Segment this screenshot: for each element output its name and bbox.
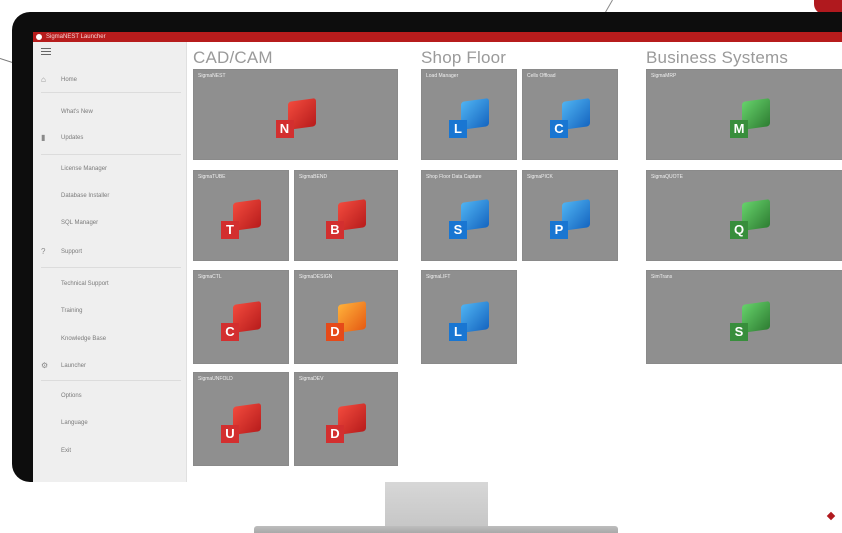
tile-sigmapick[interactable]: SigmaPICK P	[522, 170, 618, 261]
sidebar-item-label: Support	[61, 249, 83, 255]
section-title-shop-floor: Shop Floor	[421, 48, 507, 67]
sidebar-item-label: Language	[61, 420, 88, 426]
question-icon: ?	[41, 247, 46, 256]
divider	[41, 267, 181, 268]
tile-label: SigmaBEND	[299, 174, 328, 180]
tile-sigmanest[interactable]: SigmaNEST N	[193, 69, 398, 160]
app-logo-icon	[36, 34, 42, 40]
app-title: SigmaNEST Launcher	[46, 34, 106, 40]
sidebar-item-label: Exit	[61, 448, 72, 454]
section-title-cadcam: CAD/CAM	[193, 48, 273, 67]
sigmalift-icon: L	[449, 300, 489, 341]
cells-offload-icon: C	[550, 98, 590, 139]
tile-label: SigmaTUBE	[198, 174, 226, 180]
sidebar: ⌂ Home What's New ▮ Updates License Mana…	[33, 42, 187, 482]
updates-icon: ▮	[41, 133, 46, 142]
tile-label: SigmaDEV	[299, 376, 324, 382]
sidebar-item-label: Technical Support	[61, 281, 109, 287]
sidebar-item-sql-manager[interactable]: SQL Manager	[33, 211, 186, 235]
sidebar-item-label: Database Installer	[61, 193, 110, 199]
sidebar-item-label: Knowledge Base	[61, 336, 107, 342]
section-title-business-systems: Business Systems	[646, 48, 789, 67]
sidebar-item-home[interactable]: ⌂ Home	[33, 68, 186, 92]
sigmactl-icon: C	[221, 300, 261, 341]
sidebar-item-knowledge-base[interactable]: Knowledge Base	[33, 327, 186, 351]
sidebar-item-label: Options	[61, 393, 82, 399]
sidebar-item-exit[interactable]: Exit	[33, 439, 186, 463]
tile-label: SigmaPICK	[527, 174, 553, 180]
divider	[41, 92, 181, 93]
tile-label: SigmaNEST	[198, 73, 226, 79]
tile-sigmalift[interactable]: SigmaLIFT L	[421, 270, 517, 364]
tile-sigmatube[interactable]: SigmaTUBE T	[193, 170, 289, 261]
simtrans-icon: S	[730, 300, 770, 341]
divider	[41, 154, 181, 155]
divider	[41, 380, 181, 381]
sidebar-item-license-manager[interactable]: License Manager	[33, 157, 186, 181]
tile-sigmadesign[interactable]: SigmaDESIGN D	[294, 270, 398, 364]
sidebar-item-label: Home	[61, 77, 78, 83]
sidebar-item-options[interactable]: Options	[33, 384, 186, 408]
tile-sigmabend[interactable]: SigmaBEND B	[294, 170, 398, 261]
sigmaunfold-icon: U	[221, 402, 261, 443]
tile-sigmaquote[interactable]: SigmaQUOTE Q	[646, 170, 842, 261]
sidebar-item-database-installer[interactable]: Database Installer	[33, 184, 186, 208]
sidebar-item-language[interactable]: Language	[33, 411, 186, 435]
sidebar-item-label: SQL Manager	[61, 220, 99, 226]
tile-label: Shop Floor Data Capture	[426, 174, 482, 180]
tile-label: SigmaCTL	[198, 274, 222, 280]
sidebar-item-label: What's New	[61, 109, 93, 115]
title-bar: SigmaNEST Launcher	[33, 32, 842, 42]
sidebar-item-launcher[interactable]: ⚙ Launcher	[33, 354, 186, 378]
monitor-bezel: SigmaNEST Launcher ⌂ Home What's New ▮ U…	[12, 12, 842, 482]
sidebar-item-updates[interactable]: ▮ Updates	[33, 126, 186, 150]
hamburger-menu-icon[interactable]	[41, 48, 51, 56]
tile-simtrans[interactable]: SimTrans S	[646, 270, 842, 364]
decorative-red-dot	[826, 511, 836, 521]
data-capture-icon: S	[449, 199, 489, 240]
tile-label: Cells Offload	[527, 73, 556, 79]
tile-sigmaunfold[interactable]: SigmaUNFOLD U	[193, 372, 289, 466]
sigmapick-icon: P	[550, 199, 590, 240]
gear-icon: ⚙	[41, 361, 49, 370]
sigmadesign-icon: D	[326, 300, 366, 341]
tile-label: SigmaDESIGN	[299, 274, 333, 280]
tile-label: SimTrans	[651, 274, 673, 280]
sidebar-item-label: Training	[61, 308, 83, 314]
app-window: SigmaNEST Launcher ⌂ Home What's New ▮ U…	[33, 32, 842, 482]
tile-load-manager[interactable]: Load Manager L	[421, 69, 517, 160]
monitor-stand-neck	[385, 482, 488, 528]
sigmaquote-icon: Q	[730, 199, 770, 240]
sigmamrp-icon: M	[730, 98, 770, 139]
home-icon: ⌂	[41, 75, 46, 84]
sidebar-item-training[interactable]: Training	[33, 299, 186, 323]
tile-sigmactl[interactable]: SigmaCTL C	[193, 270, 289, 364]
sigmadev-icon: D	[326, 402, 366, 443]
sidebar-item-label: Launcher	[61, 363, 87, 369]
sidebar-item-label: Updates	[61, 135, 84, 141]
tile-label: Load Manager	[426, 73, 459, 79]
tile-sigmamrp[interactable]: SigmaMRP M	[646, 69, 842, 160]
sigmabend-icon: B	[326, 199, 366, 240]
sigmatube-icon: T	[221, 199, 261, 240]
monitor-stand-base	[254, 526, 618, 533]
tile-sigmadev[interactable]: SigmaDEV D	[294, 372, 398, 466]
tile-cells-offload[interactable]: Cells Offload C	[522, 69, 618, 160]
load-manager-icon: L	[449, 98, 489, 139]
tile-label: SigmaMRP	[651, 73, 677, 79]
sigmanest-icon: N	[275, 98, 316, 139]
tile-shop-floor-data-capture[interactable]: Shop Floor Data Capture S	[421, 170, 517, 261]
tile-label: SigmaQUOTE	[651, 174, 683, 180]
sidebar-item-technical-support[interactable]: Technical Support	[33, 272, 186, 296]
sidebar-item-support[interactable]: ? Support	[33, 240, 186, 264]
tile-label: SigmaUNFOLD	[198, 376, 233, 382]
tile-label: SigmaLIFT	[426, 274, 451, 280]
sidebar-item-whats-new[interactable]: What's New	[33, 100, 186, 124]
sidebar-item-label: License Manager	[61, 166, 108, 172]
